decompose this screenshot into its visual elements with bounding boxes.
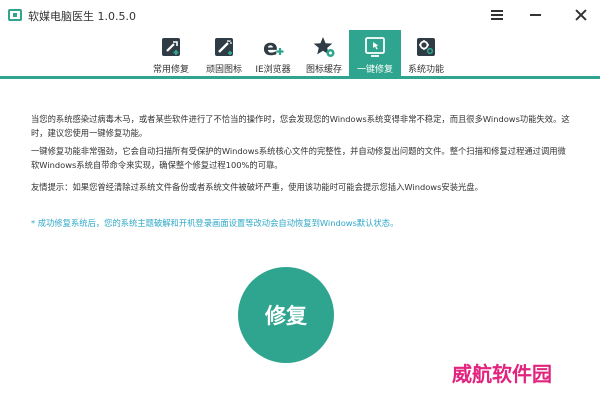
tab-label: IE浏览器 xyxy=(255,65,291,75)
tab-label: 系统功能 xyxy=(407,65,444,75)
wrench-plus-icon xyxy=(162,38,180,56)
watermark-text: 威航软件园 xyxy=(452,362,552,386)
tab-icon-cache[interactable]: 图标缓存 xyxy=(298,30,350,76)
close-icon xyxy=(575,9,587,21)
menu-button[interactable] xyxy=(484,4,510,26)
tab-label: 常用修复 xyxy=(152,65,189,75)
app-logo-icon xyxy=(8,9,22,21)
feature-paragraph: 一键修复功能非常强劲，它会自动扫描所有受保护的Windows系统核心文件的完整性… xyxy=(31,146,566,170)
ie-browser-icon: e xyxy=(263,36,284,59)
hamburger-icon xyxy=(491,10,503,20)
window-title: 软媒电脑医生 1.0.5.0 xyxy=(28,10,136,23)
tab-label: 图标缓存 xyxy=(305,65,342,75)
tab-system-functions[interactable]: 系统功能 xyxy=(400,30,452,76)
minimize-icon xyxy=(529,14,541,16)
tab-label: 一键修复 xyxy=(356,65,393,75)
svg-text:e: e xyxy=(263,36,278,59)
description-paragraph: 当您的系统感染过病毒木马，或者某些软件进行了不恰当的操作时，您会发现您的Wind… xyxy=(31,114,570,138)
tab-common-repair[interactable]: 常用修复 xyxy=(145,30,197,76)
tab-label: 顽固图标 xyxy=(205,65,242,75)
tip-paragraph: 友情提示：如果您曾经清除过系统文件备份或者系统文件被破坏严重，使用该功能时可能会… xyxy=(31,182,483,192)
star-gear-icon xyxy=(313,37,335,57)
minimize-button[interactable] xyxy=(522,4,548,26)
magic-wand-icon xyxy=(215,38,233,56)
main-content: 当您的系统感染过病毒木马，或者某些软件进行了不恰当的操作时，您会发现您的Wind… xyxy=(0,79,600,400)
tab-ie-browser[interactable]: e IE浏览器 xyxy=(247,30,299,76)
toolbar: 常用修复 顽固图标 e IE浏览器 图标缓存 一键修复 系统功能 xyxy=(0,30,600,76)
gears-icon xyxy=(417,38,435,56)
tab-stubborn-icons[interactable]: 顽固图标 xyxy=(198,30,250,76)
tab-one-click-repair[interactable]: 一键修复 xyxy=(349,30,401,76)
title-bar: 软媒电脑医生 1.0.5.0 xyxy=(0,0,600,30)
close-button[interactable] xyxy=(568,4,594,26)
success-note: * 成功修复系统后，您的系统主题破解和开机登录画面设置等改动会自动恢复到Wind… xyxy=(31,218,399,228)
repair-button[interactable]: 修复 xyxy=(238,267,334,363)
one-click-repair-icon xyxy=(365,37,385,57)
